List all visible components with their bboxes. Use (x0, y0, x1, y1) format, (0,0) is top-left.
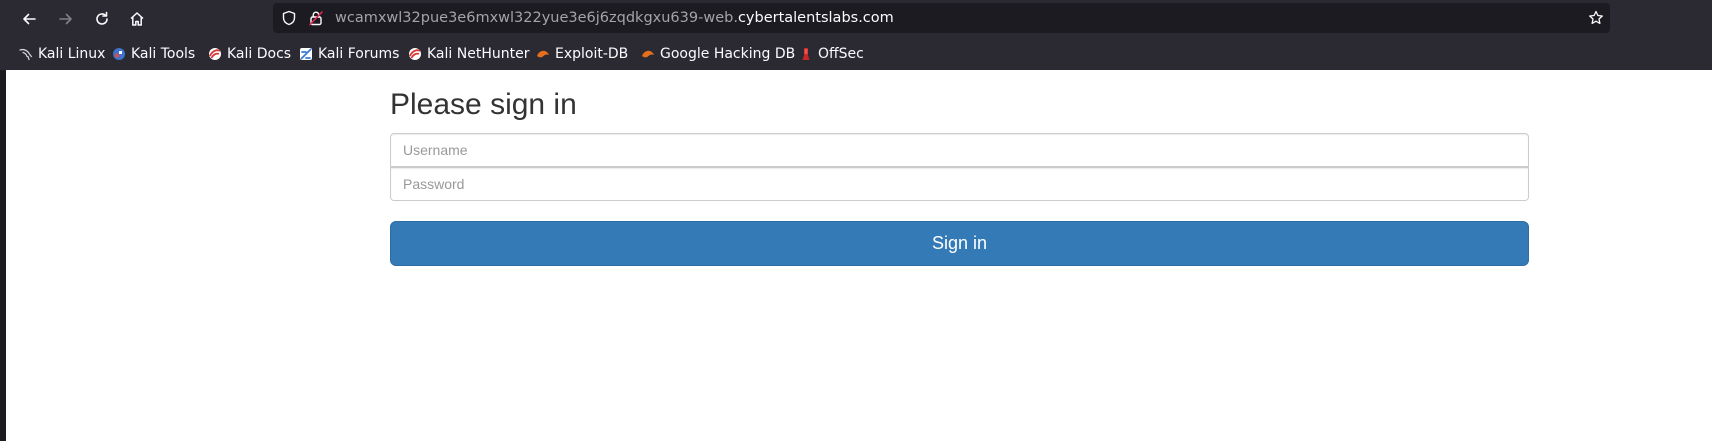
bookmark-label: Kali Docs (227, 46, 292, 62)
star-icon[interactable] (1588, 10, 1604, 26)
bookmark-label: Kali Linux (38, 46, 106, 62)
home-button[interactable] (123, 5, 151, 33)
page-title: Please sign in (390, 88, 577, 121)
bookmark-kali-forums[interactable]: Kali Forums (299, 43, 399, 65)
offsec-icon (802, 48, 810, 60)
bookmark-kali-nethunter[interactable]: Kali NetHunter (408, 43, 529, 65)
page-content: Please sign in Sign in (6, 70, 1712, 441)
kali-nethunter-icon (409, 48, 421, 60)
bookmark-google-hacking-db[interactable]: Google Hacking DB (641, 43, 795, 65)
shield-icon[interactable] (281, 10, 297, 26)
bookmark-label: Kali Forums (318, 46, 400, 62)
url-text[interactable]: wcamxwl32pue3e6mxwl322yue3e6j6zqdkgxu639… (335, 10, 894, 26)
kali-tools-icon (113, 48, 125, 60)
kali-forums-icon (300, 48, 312, 60)
bookmark-label: Kali Tools (131, 46, 196, 62)
ghdb-icon (642, 50, 654, 58)
url-bar[interactable]: wcamxwl32pue3e6mxwl322yue3e6j6zqdkgxu639… (273, 3, 1610, 33)
sign-in-button[interactable]: Sign in (390, 221, 1529, 266)
back-arrow-icon (23, 13, 36, 25)
password-input[interactable] (390, 167, 1529, 201)
reload-button[interactable] (88, 5, 116, 33)
url-domain: cybertalentslabs.com (737, 10, 894, 26)
url-subdomain: wcamxwl32pue3e6mxwl322yue3e6j6zqdkgxu639… (335, 10, 738, 26)
exploit-db-icon (537, 50, 549, 58)
bookmark-label: Exploit-DB (555, 46, 629, 62)
navigation-toolbar: wcamxwl32pue3e6mxwl322yue3e6j6zqdkgxu639… (0, 0, 1712, 38)
forward-button[interactable] (52, 5, 80, 33)
bookmark-kali-tools[interactable]: Kali Tools (112, 43, 195, 65)
insecure-lock-icon[interactable] (308, 10, 324, 26)
username-input[interactable] (390, 133, 1529, 167)
bookmark-exploit-db[interactable]: Exploit-DB (536, 43, 628, 65)
reload-icon (96, 11, 108, 25)
home-icon (130, 12, 144, 26)
back-button[interactable] (15, 5, 43, 33)
bookmarks-toolbar: Kali Linux Kali Tools Kali Docs Kali For… (0, 40, 1712, 68)
forward-arrow-icon (59, 13, 72, 25)
kali-docs-icon (209, 48, 221, 60)
bookmark-label: OffSec (818, 46, 864, 62)
browser-chrome: wcamxwl32pue3e6mxwl322yue3e6j6zqdkgxu639… (0, 0, 1712, 70)
bookmark-kali-linux[interactable]: Kali Linux (19, 43, 105, 65)
kali-dragon-icon (19, 48, 33, 61)
bookmark-label: Google Hacking DB (660, 46, 796, 62)
bookmark-label: Kali NetHunter (427, 46, 530, 62)
bookmark-offsec[interactable]: OffSec (799, 43, 864, 65)
bookmark-kali-docs[interactable]: Kali Docs (208, 43, 291, 65)
